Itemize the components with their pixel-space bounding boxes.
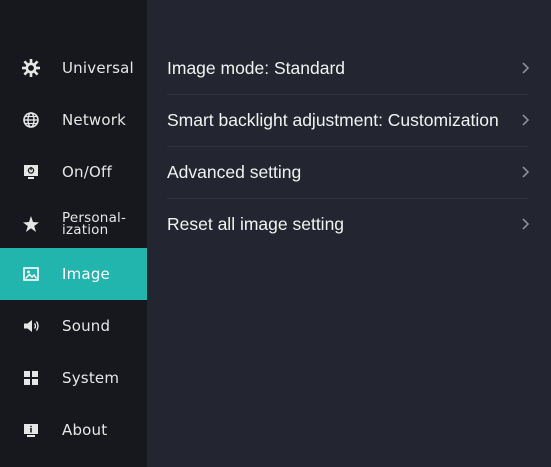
sidebar-item-label: Personal- ization	[62, 210, 127, 238]
sidebar-item-sound[interactable]: Sound	[0, 300, 147, 352]
chevron-right-icon	[520, 113, 530, 127]
sidebar: Universal Network On/Off Personal- izati…	[0, 0, 147, 467]
image-icon	[22, 265, 40, 283]
sidebar-item-universal[interactable]: Universal	[0, 42, 147, 94]
chevron-right-icon	[520, 217, 530, 231]
sidebar-item-system[interactable]: System	[0, 352, 147, 404]
sidebar-item-label: About	[62, 421, 108, 439]
row-label: Reset all image setting	[167, 213, 345, 234]
speaker-icon	[22, 317, 40, 335]
reset-image-setting-row[interactable]: Reset all image setting	[167, 198, 530, 250]
sidebar-item-label: Sound	[62, 317, 111, 335]
smart-backlight-row[interactable]: Smart backlight adjustment: Customizatio…	[167, 94, 530, 147]
advanced-setting-row[interactable]: Advanced setting	[167, 146, 530, 199]
sidebar-item-label: System	[62, 369, 120, 387]
image-mode-row[interactable]: Image mode: Standard	[167, 42, 530, 95]
sidebar-item-label: On/Off	[62, 163, 112, 181]
sidebar-item-network[interactable]: Network	[0, 94, 147, 146]
sidebar-item-label: Network	[62, 111, 127, 129]
row-label: Advanced setting	[167, 161, 302, 182]
system-grid-icon	[22, 369, 40, 387]
sparkle-icon	[22, 215, 40, 233]
sidebar-item-on-off[interactable]: On/Off	[0, 146, 147, 198]
chevron-right-icon	[520, 61, 530, 75]
sidebar-item-personalization[interactable]: Personal- ization	[0, 198, 147, 250]
sidebar-item-image[interactable]: Image	[0, 248, 147, 300]
row-label: Smart backlight adjustment: Customizatio…	[167, 109, 499, 130]
power-display-icon	[22, 163, 40, 181]
image-settings-panel: Image mode: Standard Smart backlight adj…	[147, 0, 551, 467]
sidebar-item-label: Image	[62, 265, 110, 283]
sidebar-item-about[interactable]: About	[0, 404, 147, 456]
sidebar-item-label: Universal	[62, 59, 134, 77]
info-monitor-icon	[22, 421, 40, 439]
row-label: Image mode: Standard	[167, 57, 346, 78]
settings-screen: Universal Network On/Off Personal- izati…	[0, 0, 551, 467]
gear-icon	[22, 59, 40, 77]
chevron-right-icon	[520, 165, 530, 179]
globe-icon	[22, 111, 40, 129]
